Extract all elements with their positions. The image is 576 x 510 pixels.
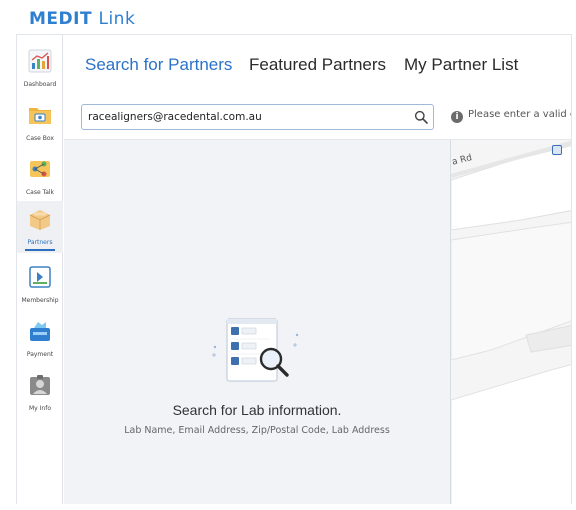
search-illustration-icon [212, 318, 299, 382]
box-icon [29, 210, 51, 230]
active-indicator [25, 249, 55, 251]
search-box [81, 104, 434, 130]
title-bar: MEDIT Link [0, 0, 576, 34]
tab-bar: Search for Partners Featured Partners My… [64, 35, 571, 97]
map-control-button[interactable] [552, 145, 562, 155]
map-roads [451, 140, 571, 504]
sidebar-item-label: My Info [29, 405, 51, 412]
app-logo: MEDIT Link [29, 9, 135, 29]
sidebar-item-label: Partners [27, 239, 53, 246]
sidebar-item-membership[interactable]: Membership [17, 259, 63, 311]
search-hint-text: Please enter a valid em [468, 109, 571, 120]
payment-icon [30, 322, 50, 341]
app-name-light: Link [98, 9, 136, 29]
folder-icon [29, 108, 51, 124]
app-window: MEDIT Link Dashboard Case Box Case Talk … [0, 0, 576, 510]
chart-icon [28, 49, 52, 73]
main-content: Search for Partners Featured Partners My… [64, 35, 571, 504]
search-row: i Please enter a valid em [64, 97, 571, 139]
tab-search-for-partners[interactable]: Search for Partners [85, 55, 232, 75]
search-hint: i Please enter a valid em [451, 109, 571, 123]
sidebar-item-payment[interactable]: Payment [17, 313, 63, 365]
sidebar-item-case-box[interactable]: Case Box [17, 97, 63, 149]
main-frame: Dashboard Case Box Case Talk Partners Me… [16, 34, 572, 504]
sidebar: Dashboard Case Box Case Talk Partners Me… [17, 35, 63, 504]
map-panel[interactable]: a Rd [450, 139, 571, 504]
sidebar-item-label: Dashboard [23, 81, 57, 88]
results-panel: Search for Lab information. Lab Name, Em… [64, 139, 450, 504]
membership-icon [29, 266, 51, 288]
share-icon [30, 161, 50, 177]
search-icon[interactable] [414, 110, 428, 124]
sidebar-item-label: Case Talk [25, 189, 55, 196]
empty-state-subtitle: Lab Name, Email Address, Zip/Postal Code… [124, 425, 390, 436]
tab-my-partner-list[interactable]: My Partner List [404, 55, 518, 75]
sidebar-item-label: Membership [21, 297, 59, 304]
sidebar-item-partners[interactable]: Partners [17, 201, 63, 253]
search-input[interactable] [88, 108, 408, 126]
info-icon: i [451, 111, 463, 123]
sidebar-item-label: Case Box [26, 135, 54, 142]
tab-featured-partners[interactable]: Featured Partners [249, 55, 386, 75]
sidebar-item-label: Payment [26, 351, 54, 358]
sidebar-item-my-info[interactable]: My Info [17, 367, 63, 419]
empty-state-title: Search for Lab information. [172, 402, 342, 418]
user-icon [30, 375, 50, 395]
sidebar-item-case-talk[interactable]: Case Talk [17, 151, 63, 203]
sidebar-item-dashboard[interactable]: Dashboard [17, 43, 63, 95]
app-name-bold: MEDIT [29, 9, 93, 29]
